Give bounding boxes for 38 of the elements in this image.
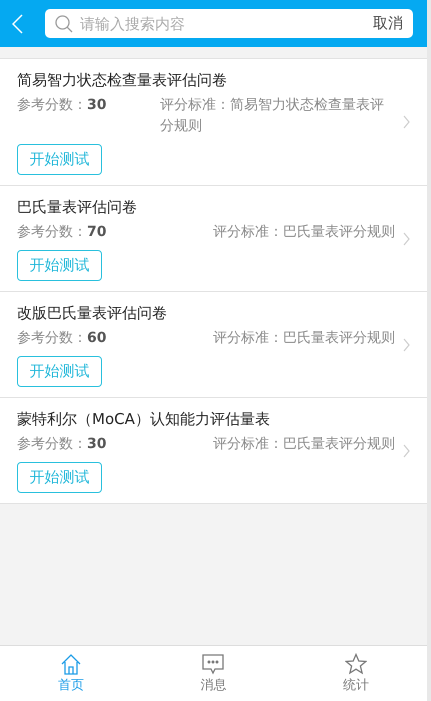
questionnaire-card[interactable]: 改版巴氏量表评估问卷 参考分数：60 评分标准：巴氏量表评分规则 开始测试	[0, 291, 427, 398]
nav-tab[interactable]: 首页	[0, 646, 142, 701]
chevron-right-icon	[403, 115, 410, 129]
questionnaire-title: 简易智力状态检查量表评估问卷	[17, 70, 228, 91]
nav-tab[interactable]: 统计	[284, 646, 427, 701]
score-value: 30	[87, 96, 106, 115]
start-test-button[interactable]: 开始测试	[17, 144, 102, 175]
scoring-criterion: 评分标准：巴氏量表评分规则	[213, 435, 395, 454]
cancel-button[interactable]: 取消	[373, 14, 403, 33]
scoring-criterion: 评分标准：巴氏量表评分规则	[213, 329, 395, 348]
home-icon	[60, 653, 82, 675]
questionnaire-card[interactable]: 蒙特利尔（MoCA）认知能力评估量表 参考分数：30 评分标准：巴氏量表评分规则 开始测试	[0, 397, 427, 504]
score-label: 参考分数：	[17, 329, 87, 348]
questionnaire-card[interactable]: 巴氏量表评估问卷 参考分数：70 评分标准：巴氏量表评分规则 开始测试	[0, 185, 427, 292]
search-field[interactable]: 请输入搜索内容 取消	[45, 9, 413, 38]
start-test-button[interactable]: 开始测试	[17, 462, 102, 493]
score-value: 60	[87, 329, 106, 348]
questionnaire-title: 巴氏量表评估问卷	[17, 197, 138, 218]
score-label: 参考分数：	[17, 435, 87, 454]
questionnaire-title: 蒙特利尔（MoCA）认知能力评估量表	[17, 409, 271, 430]
chevron-right-icon	[403, 444, 410, 458]
nav-tab[interactable]: 消息	[142, 646, 285, 701]
score-label: 参考分数：	[17, 223, 87, 242]
back-icon[interactable]	[12, 14, 23, 34]
scoring-criterion: 评分标准：简易智力状态检查量表评分规则	[160, 96, 385, 136]
search-icon	[55, 14, 73, 32]
score-label: 参考分数：	[17, 96, 87, 115]
start-test-button[interactable]: 开始测试	[17, 250, 102, 281]
start-test-button[interactable]: 开始测试	[17, 356, 102, 387]
chevron-right-icon	[403, 338, 410, 352]
questionnaire-title: 改版巴氏量表评估问卷	[17, 303, 168, 324]
star-icon	[344, 653, 367, 675]
chat-bubble-icon	[202, 653, 224, 675]
score-value: 30	[87, 435, 106, 454]
chevron-right-icon	[403, 232, 410, 246]
questionnaire-card[interactable]: 简易智力状态检查量表评估问卷 参考分数：30 评分标准：简易智力状态检查量表评分规则 开始测试	[0, 58, 427, 186]
score-value: 70	[87, 223, 106, 242]
scoring-criterion: 评分标准：巴氏量表评分规则	[213, 223, 395, 242]
